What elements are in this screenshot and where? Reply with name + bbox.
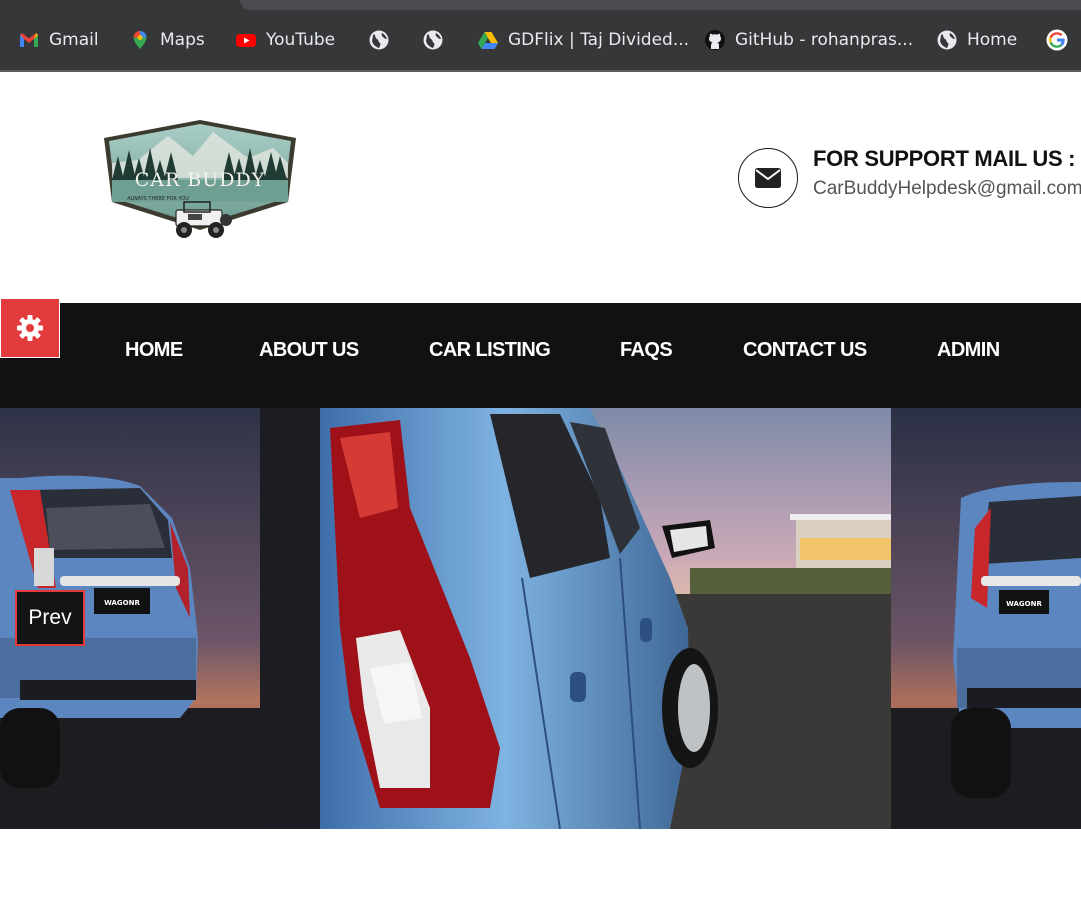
bookmark-gmail[interactable]: Gmail [18,26,99,54]
globe-icon [936,29,958,51]
nav-car-listing[interactable]: CAR LISTING [429,339,551,362]
gear-icon [17,315,43,341]
left-plate-badge: WAGONR [104,599,140,607]
bookmark-label: Gmail [49,30,99,50]
logo-title: CAR BUDDY [135,169,266,191]
nav-faqs[interactable]: FAQS [620,339,673,362]
bookmark-home[interactable]: Home [936,26,1017,54]
support-mail-badge [738,148,798,208]
logo-tagline: ALWAYS THERE FOR YOU [127,196,189,202]
car-buddy-logo[interactable]: CAR BUDDY ALWAYS THERE FOR YOU [98,118,302,256]
bookmark-maps[interactable]: Maps [129,26,205,54]
support-email[interactable]: CarBuddyHelpdesk@gmail.com [813,178,1081,200]
bookmark-youtube[interactable]: YouTube [235,26,335,54]
bookmarks-bar: Gmail Maps YouTube GDFlix | Taj Divided.… [0,0,1081,72]
bookmark-label: GDFlix | Taj Divided... [508,30,690,50]
support-title: FOR SUPPORT MAIL US : [813,146,1076,171]
bookmark-globe-2[interactable] [422,26,453,54]
bookmark-github[interactable]: GitHub - rohanpras... [704,26,913,54]
gmail-icon [18,29,40,51]
drive-icon [477,29,499,51]
youtube-icon [235,29,257,51]
maps-icon [129,29,151,51]
bookmark-label: Maps [160,30,205,50]
right-plate-badge: WAGONR [1006,600,1042,608]
slide-right-image: WAGONR [891,408,1081,829]
nav-home[interactable]: HOME [125,339,183,362]
site-header: CAR BUDDY ALWAYS THERE FOR YOU FOR SUPPO… [0,72,1081,303]
settings-button[interactable] [0,298,60,358]
nav-contact-us[interactable]: CONTACT US [743,339,867,362]
bookmark-globe-1[interactable] [368,26,399,54]
bookmark-label: GitHub - rohanpras... [735,30,914,50]
google-icon [1046,29,1068,51]
address-bar-edge [240,0,1081,10]
globe-icon [368,29,390,51]
bookmark-gdflix[interactable]: GDFlix | Taj Divided... [477,26,689,54]
slide-center-image [260,408,891,829]
slider-prev-button[interactable]: Prev [15,590,85,646]
bookmark-label: YouTube [266,30,336,50]
main-nav: HOME ABOUT US CAR LISTING FAQS CONTACT U… [0,303,1081,408]
bookmark-label: Home [967,30,1018,50]
hero-slider: WAGONR WAGONR [0,408,1081,829]
globe-icon [422,29,444,51]
envelope-icon [755,168,781,188]
github-icon [704,29,726,51]
bookmark-google[interactable] [1046,26,1077,54]
nav-about-us[interactable]: ABOUT US [259,339,359,362]
nav-admin[interactable]: ADMIN [937,339,1000,362]
